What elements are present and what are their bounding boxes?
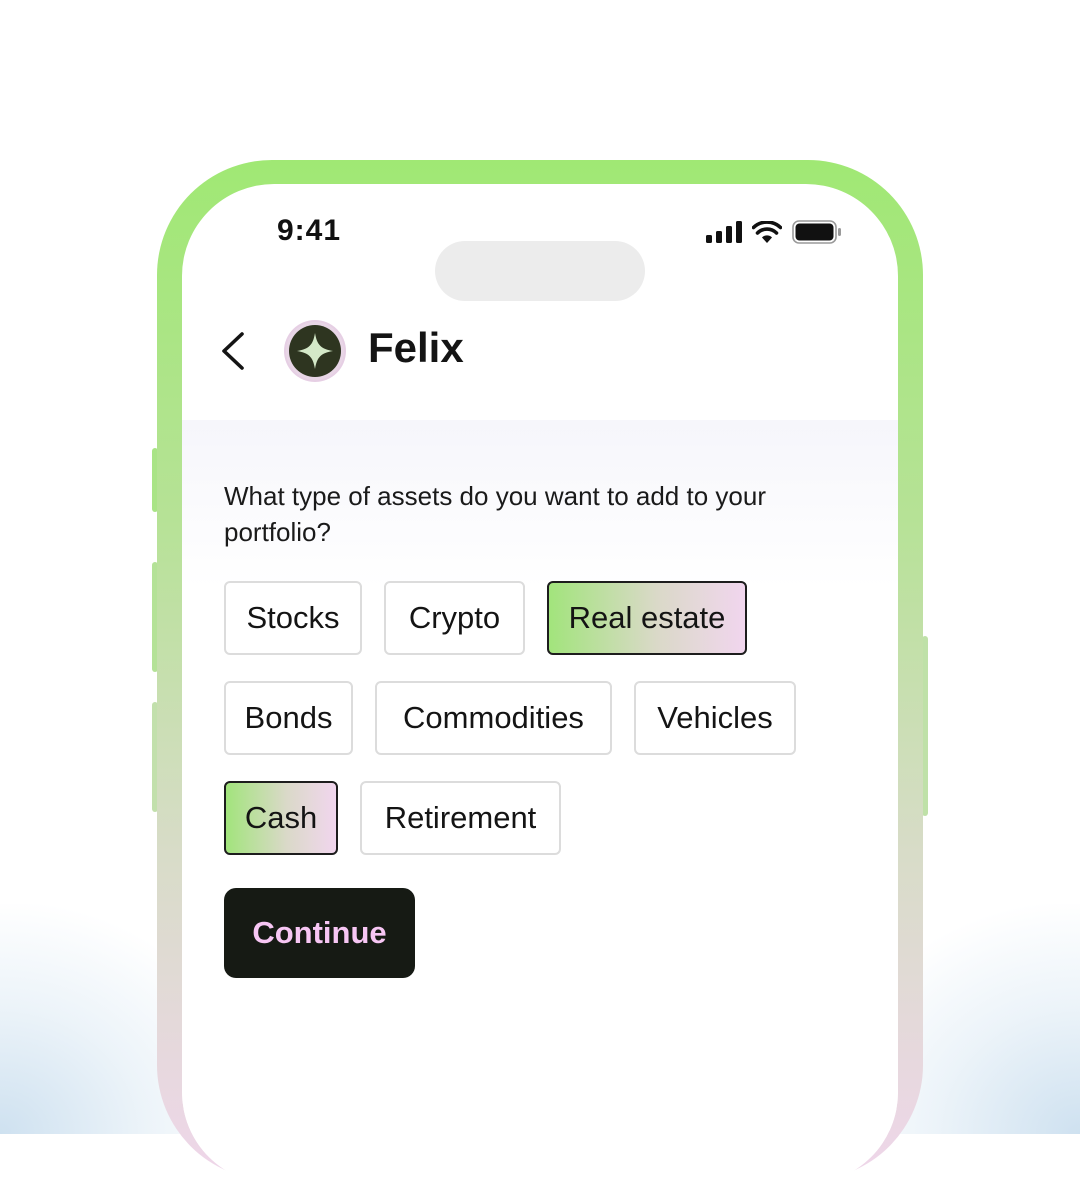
dynamic-island: [435, 241, 645, 301]
avatar[interactable]: [286, 322, 344, 380]
continue-button[interactable]: Continue: [224, 888, 415, 978]
assistant-question: What type of assets do you want to add t…: [224, 481, 766, 547]
chip-retirement[interactable]: Retirement: [360, 781, 561, 855]
cellular-signal-icon: [706, 221, 742, 243]
back-button[interactable]: [218, 330, 252, 372]
wifi-icon: [752, 221, 782, 243]
status-time: 9:41: [277, 214, 342, 247]
chip-crypto[interactable]: Crypto: [384, 581, 525, 655]
sparkle-avatar-icon: [297, 333, 333, 369]
contact-name: Felix: [368, 324, 464, 371]
chat-content: What type of assets do you want to add t…: [182, 420, 898, 1184]
chip-cash[interactable]: Cash: [224, 781, 338, 855]
chip-real-estate[interactable]: Real estate: [547, 581, 747, 655]
chat-header: Felix: [182, 314, 898, 420]
chip-stocks[interactable]: Stocks: [224, 581, 362, 655]
chip-vehicles[interactable]: Vehicles: [634, 681, 796, 755]
chip-bonds[interactable]: Bonds: [224, 681, 353, 755]
phone-screen: 9:41 Felix What type of assets do you wa…: [182, 184, 898, 1184]
chip-commodities[interactable]: Commodities: [375, 681, 612, 755]
status-icons: [706, 220, 842, 244]
back-chevron-icon: [222, 332, 244, 370]
battery-icon: [792, 220, 841, 244]
